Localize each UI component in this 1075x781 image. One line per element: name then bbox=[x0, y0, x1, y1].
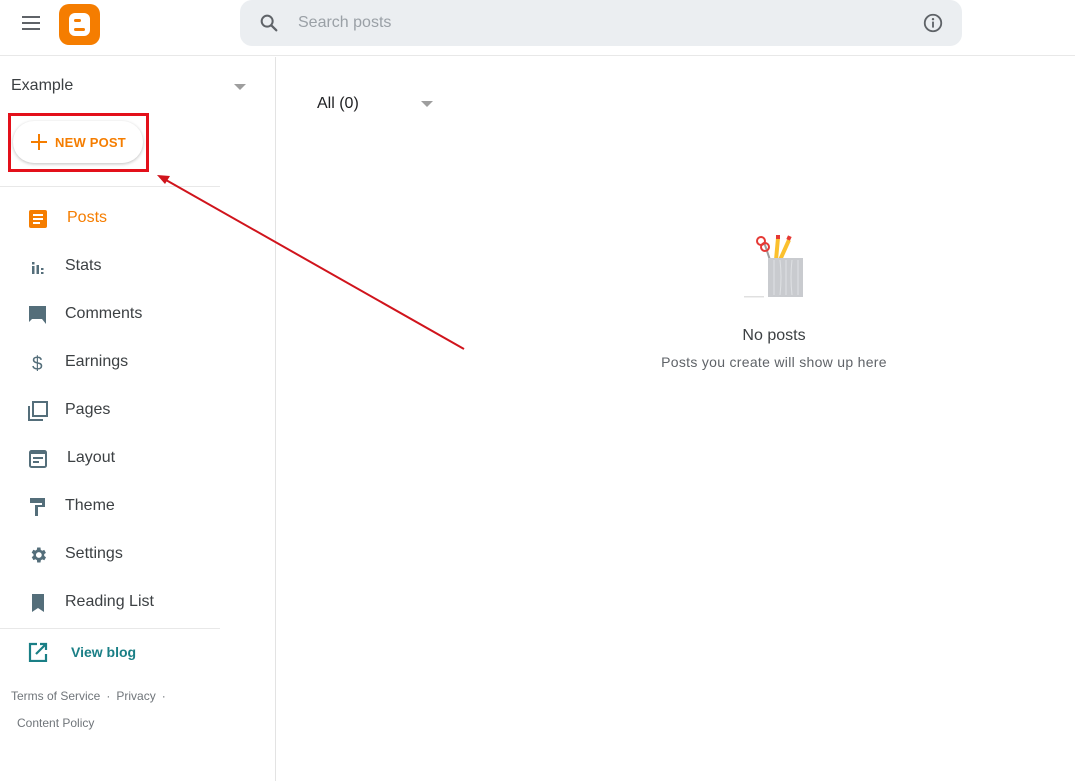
comments-icon bbox=[29, 306, 46, 324]
separator: · bbox=[106, 689, 111, 703]
empty-title: No posts bbox=[742, 327, 806, 344]
content-policy-link[interactable]: Content Policy bbox=[17, 716, 94, 730]
sidebar-item-label: Layout bbox=[67, 449, 116, 466]
blogger-logo[interactable] bbox=[59, 4, 100, 45]
plus-icon bbox=[31, 134, 47, 150]
bookmark-icon bbox=[32, 594, 44, 612]
main-content: All (0) No posts Posts you create will s… bbox=[277, 57, 1075, 781]
empty-state: No posts Posts you create will show up h… bbox=[607, 232, 941, 370]
pencil-cup-illustration bbox=[744, 235, 803, 298]
sidebar-item-posts[interactable]: Posts bbox=[0, 199, 260, 239]
blog-selector[interactable]: Example bbox=[11, 77, 251, 99]
sidebar-item-stats[interactable]: Stats bbox=[0, 247, 260, 287]
open-in-new-icon bbox=[28, 642, 48, 662]
posts-icon bbox=[29, 210, 47, 228]
sidebar-item-label: Comments bbox=[65, 305, 143, 322]
view-blog-label: View blog bbox=[71, 644, 137, 660]
new-post-label: NEW POST bbox=[55, 134, 126, 150]
sidebar-item-earnings[interactable]: $ Earnings bbox=[0, 343, 260, 383]
new-post-button[interactable]: NEW POST bbox=[13, 121, 143, 163]
chevron-down-icon bbox=[234, 84, 246, 90]
privacy-link[interactable]: Privacy bbox=[116, 689, 155, 703]
sidebar-item-layout[interactable]: Layout bbox=[0, 439, 260, 479]
paint-roller-icon bbox=[30, 498, 45, 516]
terms-link[interactable]: Terms of Service bbox=[11, 689, 100, 703]
sidebar-item-settings[interactable]: Settings bbox=[0, 535, 260, 575]
empty-subtitle: Posts you create will show up here bbox=[661, 354, 887, 370]
divider bbox=[0, 628, 220, 629]
sidebar-item-comments[interactable]: Comments bbox=[0, 295, 260, 335]
layout-icon bbox=[29, 450, 47, 468]
sidebar-item-label: Stats bbox=[65, 257, 102, 274]
sidebar-item-label: Posts bbox=[67, 209, 108, 226]
sidebar-item-label: Earnings bbox=[65, 353, 129, 370]
search-icon bbox=[260, 14, 278, 32]
sidebar: Example NEW POST Posts Stats Comments $ … bbox=[0, 57, 276, 781]
top-bar bbox=[0, 0, 1075, 56]
info-icon[interactable] bbox=[922, 12, 944, 34]
stats-icon bbox=[32, 262, 44, 274]
svg-text:$: $ bbox=[32, 354, 43, 373]
blog-name: Example bbox=[11, 77, 74, 94]
sidebar-item-label: Settings bbox=[65, 545, 123, 562]
sidebar-item-label: Reading List bbox=[65, 593, 154, 610]
search-bar bbox=[240, 0, 962, 46]
sidebar-item-reading-list[interactable]: Reading List bbox=[0, 583, 260, 623]
post-filter-dropdown[interactable]: All (0) bbox=[317, 95, 437, 117]
dollar-icon: $ bbox=[32, 354, 43, 373]
pages-icon bbox=[28, 401, 48, 421]
view-blog-link[interactable]: View blog bbox=[0, 632, 260, 672]
chevron-down-icon bbox=[421, 101, 433, 107]
search-input[interactable] bbox=[298, 10, 898, 36]
hamburger-menu-icon[interactable] bbox=[20, 13, 42, 33]
sidebar-item-label: Pages bbox=[65, 401, 111, 418]
sidebar-item-theme[interactable]: Theme bbox=[0, 487, 260, 527]
divider bbox=[0, 186, 220, 187]
sidebar-item-label: Theme bbox=[65, 497, 115, 514]
footer-links: Terms of Service · Privacy · Content Policy bbox=[11, 683, 211, 737]
sidebar-item-pages[interactable]: Pages bbox=[0, 391, 260, 431]
gear-icon bbox=[31, 547, 46, 563]
filter-label: All (0) bbox=[317, 95, 359, 112]
separator: · bbox=[161, 689, 166, 703]
